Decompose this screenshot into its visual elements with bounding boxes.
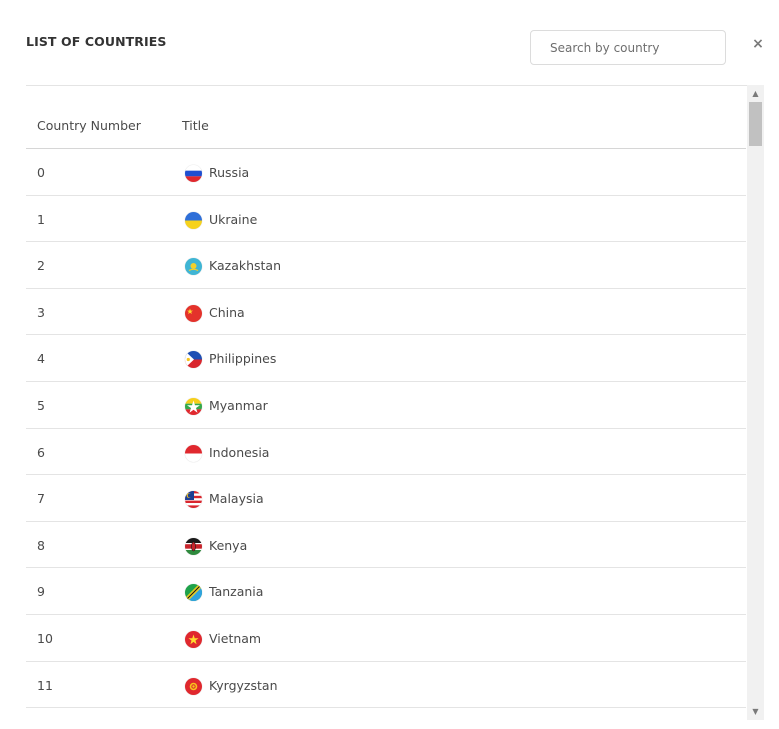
scroll-up-arrow-icon[interactable]: ▲ [747,85,764,102]
table-row[interactable]: 10 Vietnam [26,615,746,662]
country-title-cell: Philippines [209,351,277,367]
table-row[interactable]: 0 Russia [26,149,746,196]
scroll-down-arrow-icon[interactable]: ▼ [747,703,764,720]
table-row[interactable]: 7 Malaysia [26,475,746,522]
tanzania-flag-icon [185,584,202,602]
country-title-cell: Kazakhstan [209,258,282,274]
russia-flag-icon [185,165,202,182]
country-number-cell: 8 [37,537,45,553]
country-number-cell: 2 [37,258,45,274]
kenya-flag-icon [185,537,202,555]
country-title-cell: Russia [209,165,250,180]
country-number-cell: 3 [37,304,45,320]
country-number-cell: 11 [37,677,53,693]
close-icon[interactable]: × [750,35,766,53]
table-row[interactable]: 6 Indonesia [26,429,746,476]
country-number-cell: 9 [37,584,45,600]
country-title-cell: Ukraine [209,211,258,227]
philippines-flag-icon [185,351,202,369]
countries-dialog: LIST OF COUNTRIES × Country Number Title… [0,0,779,729]
indonesia-flag-icon [185,444,202,462]
ukraine-flag-icon [185,211,202,229]
table-row[interactable]: 8 Kenya [26,522,746,569]
country-number-cell: 7 [37,491,45,507]
vietnam-flag-icon [185,630,202,648]
search-input[interactable] [530,30,726,65]
country-title-cell: Indonesia [209,444,270,460]
countries-table: Country Number Title 0 Russia 1 Ukraine 2 Kaz… [26,85,764,720]
table-row[interactable]: 5 Myanmar [26,382,746,429]
table-row[interactable]: 3 China [26,289,746,336]
scroll-thumb[interactable] [749,102,762,146]
kazakhstan-flag-icon [185,258,202,276]
country-title-cell: Kyrgyzstan [209,677,278,693]
country-title-cell: China [209,304,245,320]
table-body: 0 Russia 1 Ukraine 2 Kazakhstan 3 China 4 Philipp… [26,149,746,709]
country-title-cell: Vietnam [209,630,262,646]
country-title-cell: Tanzania [209,584,264,600]
country-number-cell: 1 [37,211,45,227]
country-title-cell: Kenya [209,537,248,553]
table-scrollbar[interactable]: ▲ ▼ [747,85,764,720]
table-row[interactable]: 2 Kazakhstan [26,242,746,289]
malaysia-flag-icon [185,491,202,509]
country-title-cell: Myanmar [209,397,268,413]
country-number-cell: 10 [37,630,53,646]
table-row[interactable]: 11 Kyrgyzstan [26,662,746,709]
table-row[interactable]: 4 Philippines [26,335,746,382]
country-number-cell: 6 [37,444,45,460]
china-flag-icon [185,304,202,322]
myanmar-flag-icon [185,397,202,415]
country-title-cell: Malaysia [209,491,264,507]
table-row[interactable]: 1 Ukraine [26,196,746,243]
table-header: Country Number Title [26,86,746,149]
country-number-cell: 5 [37,397,45,413]
table-row[interactable]: 9 Tanzania [26,568,746,615]
header-country-number[interactable]: Country Number [37,118,141,133]
kyrgyzstan-flag-icon [185,677,202,695]
country-number-cell: 4 [37,351,45,367]
dialog-title: LIST OF COUNTRIES [26,34,167,49]
country-number-cell: 0 [37,165,45,180]
header-title[interactable]: Title [182,118,209,133]
